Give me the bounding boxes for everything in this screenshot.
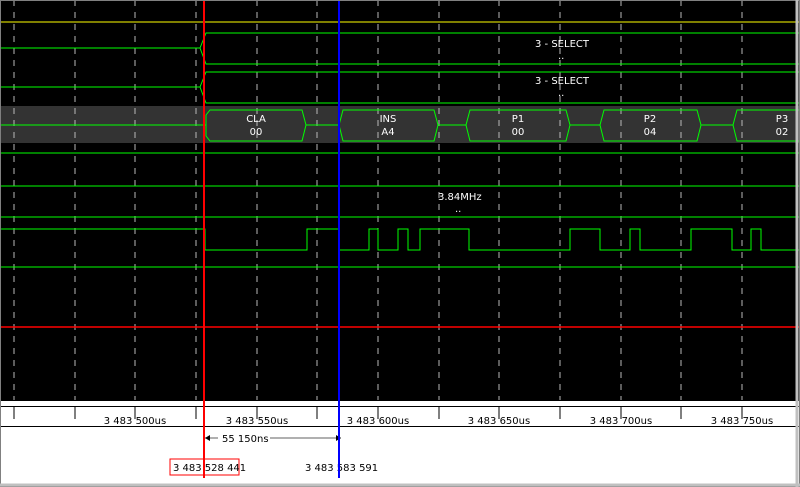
delta-time-label: 55 150ns <box>222 434 269 445</box>
measurement-panel <box>0 427 800 487</box>
ruler-tick-label: 3 483 550us <box>226 416 288 427</box>
select-2-sub: .. <box>558 88 564 99</box>
bus-field-name: INS <box>380 114 397 125</box>
bus-field-value: 02 <box>776 127 789 138</box>
bus-field-value: 04 <box>644 127 657 138</box>
bus-field-name: P3 <box>776 114 788 125</box>
bus-field-name: P1 <box>512 114 524 125</box>
clock-frequency-sub: .. <box>455 204 461 215</box>
cursor-1-value: 3 483 528 441 <box>173 463 246 474</box>
select-1-sub: .. <box>558 51 564 62</box>
ruler-tick-label: 3 483 600us <box>347 416 409 427</box>
bus-field-name: P2 <box>644 114 656 125</box>
cursor-2-value: 3 483 583 591 <box>305 463 378 474</box>
ruler-tick-label: 3 483 500us <box>104 416 166 427</box>
bus-field-value: 00 <box>512 127 525 138</box>
clock-frequency-label: 3.84MHz <box>438 192 482 203</box>
logic-analyzer-waveform-view[interactable]: 3 - SELECT .. 3 - SELECT .. CLA 00 INS A… <box>0 0 800 487</box>
ruler-tick-label: 3 483 750us <box>711 416 773 427</box>
bus-field-value: 00 <box>250 127 263 138</box>
bus-field-value: A4 <box>381 127 394 138</box>
waveform-area[interactable] <box>0 0 800 400</box>
select-2-label: 3 - SELECT <box>535 76 590 87</box>
select-1-label: 3 - SELECT <box>535 39 590 50</box>
ruler-tick-label: 3 483 700us <box>590 416 652 427</box>
bus-field-name: CLA <box>246 114 266 125</box>
ruler-tick-label: 3 483 650us <box>468 416 530 427</box>
